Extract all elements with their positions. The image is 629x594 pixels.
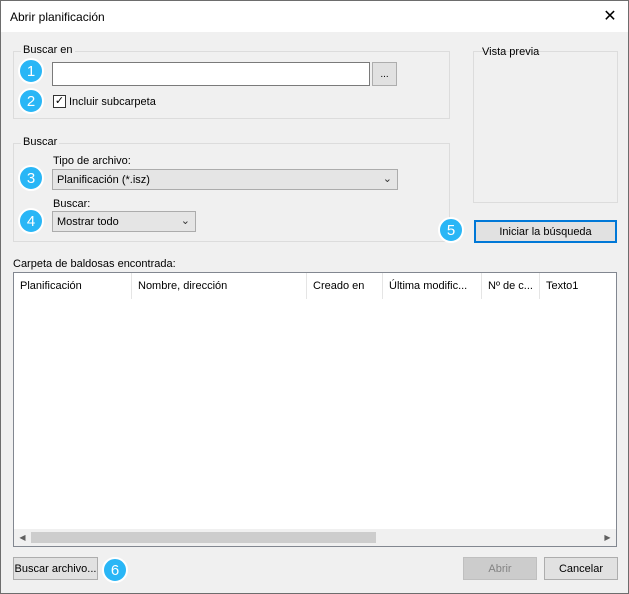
results-header: Planificación Nombre, dirección Creado e…: [14, 273, 616, 299]
cancel-button[interactable]: Cancelar: [544, 557, 618, 580]
results-list[interactable]: Planificación Nombre, dirección Creado e…: [13, 272, 617, 547]
search-group-label: Buscar: [21, 136, 60, 148]
preview-panel: Vista previa: [473, 46, 618, 203]
callout-badge-5: 5: [438, 217, 464, 243]
column-header-text1[interactable]: Texto1: [540, 273, 616, 299]
file-type-value: Planificación (*.isz): [57, 174, 150, 186]
file-type-select[interactable]: Planificación (*.isz) ⌄: [52, 169, 398, 190]
search-filter-label: Buscar:: [53, 198, 91, 210]
search-in-group-label: Buscar en: [21, 44, 75, 56]
checkmark-icon: ✓: [54, 95, 65, 107]
chevron-down-icon: ⌄: [382, 173, 392, 185]
search-filter-select[interactable]: Mostrar todo ⌄: [52, 211, 196, 232]
scroll-right-icon[interactable]: ▶: [599, 529, 616, 546]
column-header-plan[interactable]: Planificación: [14, 273, 132, 299]
dialog-title: Abrir planificación: [10, 10, 105, 24]
column-header-created[interactable]: Creado en: [307, 273, 383, 299]
column-header-last-modified[interactable]: Última modific...: [383, 273, 482, 299]
horizontal-scrollbar[interactable]: ◀ ▶: [14, 529, 616, 546]
include-subfolder-label[interactable]: Incluir subcarpeta: [69, 96, 156, 108]
column-header-number[interactable]: Nº de c...: [482, 273, 540, 299]
callout-badge-2: 2: [18, 88, 44, 114]
find-file-button[interactable]: Buscar archivo...: [13, 557, 98, 580]
open-plan-dialog: Abrir planificación ✕ Buscar en ... ✓ In…: [0, 0, 629, 594]
search-path-input[interactable]: [52, 62, 370, 86]
callout-badge-1: 1: [18, 58, 44, 84]
title-bar: Abrir planificación ✕: [1, 1, 628, 32]
scroll-left-icon[interactable]: ◀: [14, 529, 31, 546]
open-button[interactable]: Abrir: [463, 557, 537, 580]
file-type-label: Tipo de archivo:: [53, 155, 131, 167]
search-filter-value: Mostrar todo: [57, 216, 119, 228]
preview-label: Vista previa: [482, 46, 540, 58]
include-subfolder-checkbox[interactable]: ✓: [53, 95, 66, 108]
browse-folder-button[interactable]: ...: [372, 62, 397, 86]
start-search-button[interactable]: Iniciar la búsqueda: [474, 220, 617, 243]
chevron-down-icon: ⌄: [180, 215, 190, 227]
column-header-name-address[interactable]: Nombre, dirección: [132, 273, 307, 299]
scrollbar-thumb[interactable]: [31, 532, 376, 543]
callout-badge-3: 3: [18, 165, 44, 191]
callout-badge-6: 6: [102, 557, 128, 583]
close-icon[interactable]: ✕: [596, 3, 624, 29]
callout-badge-4: 4: [18, 208, 44, 234]
results-label: Carpeta de baldosas encontrada:: [13, 258, 176, 270]
